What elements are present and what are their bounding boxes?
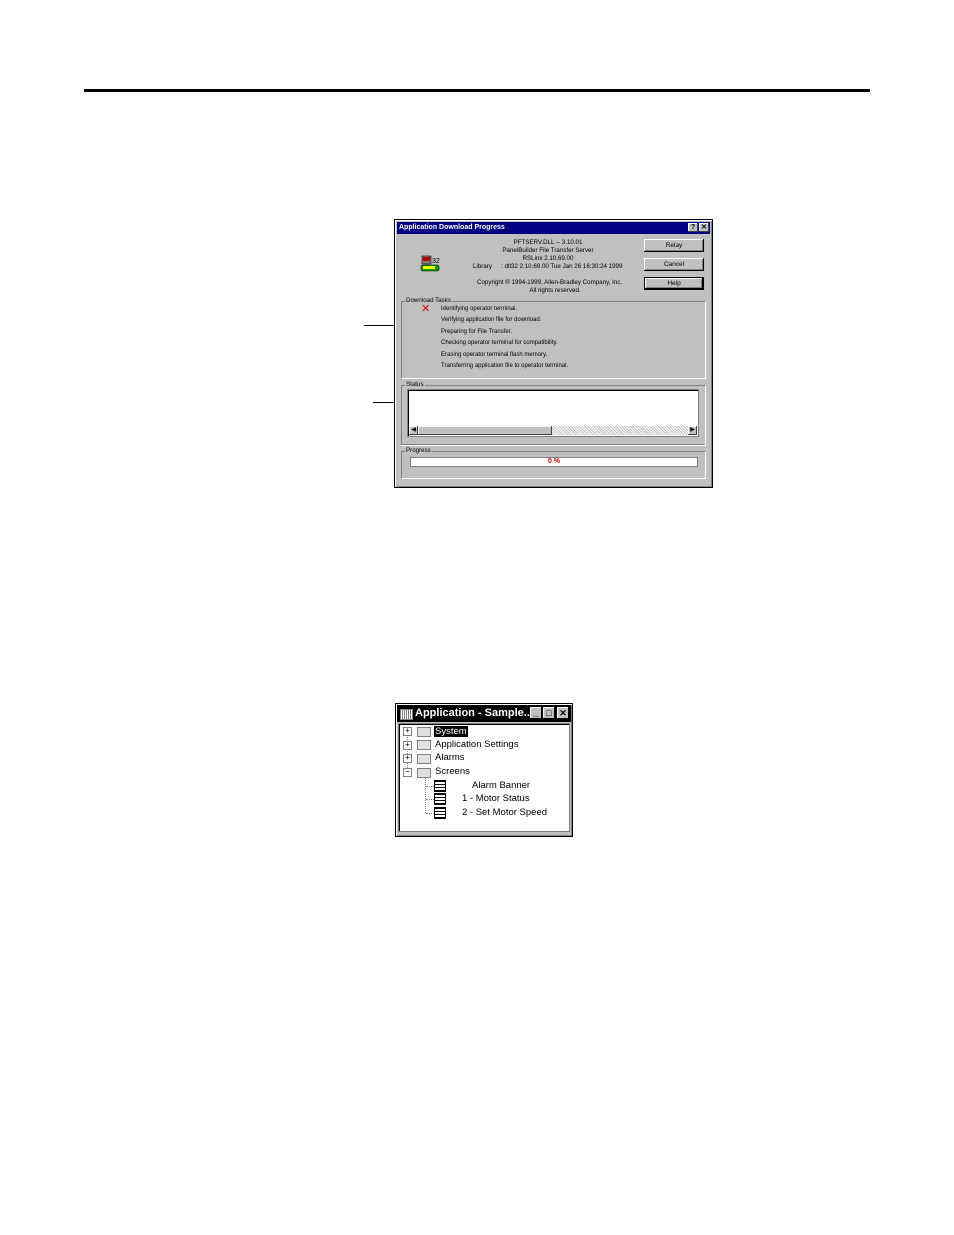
- status-text-area[interactable]: ◀ ▶: [407, 389, 699, 437]
- scroll-thumb[interactable]: [418, 426, 552, 435]
- progress-bar: 0 %: [410, 457, 698, 467]
- screen-item-alarm-banner[interactable]: Alarm Banner: [472, 780, 530, 791]
- dialog-title: Application Download Progress: [399, 224, 505, 231]
- folder-icon: [417, 727, 431, 737]
- svg-text:32: 32: [432, 258, 440, 265]
- tree-item-system[interactable]: System: [434, 726, 468, 737]
- tree-connector: [426, 813, 434, 814]
- help-button[interactable]: Help: [644, 277, 704, 290]
- task-item: Erasing operator terminal flash memory.: [441, 352, 548, 358]
- page-header-rule: [84, 89, 870, 92]
- status-horizontal-scrollbar[interactable]: ◀ ▶: [409, 426, 697, 435]
- close-icon[interactable]: ✕: [699, 223, 709, 232]
- folder-icon: [417, 740, 431, 750]
- collapse-icon[interactable]: −: [403, 768, 412, 777]
- current-task-x-icon: ✕: [421, 303, 431, 315]
- rslinx-version: RSLinx 2.10.69.00: [522, 255, 574, 262]
- application-title: Application - Sample...: [415, 707, 533, 719]
- cancel-button[interactable]: Cancel: [644, 258, 704, 271]
- dialog-title-bar: Application Download Progress ? ✕: [397, 222, 710, 234]
- expand-icon[interactable]: +: [403, 754, 412, 763]
- screen-icon: [434, 793, 446, 805]
- application-window-icon: [400, 709, 413, 720]
- status-label: Status: [405, 381, 425, 388]
- question-mark-icon[interactable]: ?: [688, 223, 698, 232]
- minimize-icon[interactable]: _: [530, 707, 542, 719]
- library-label: Library: [473, 263, 492, 270]
- tree-connector: [425, 777, 426, 813]
- close-icon[interactable]: ✕: [557, 707, 569, 719]
- product-version: PFTSERV.DLL -- 3.10.01: [513, 239, 583, 246]
- task-item: Verifying application file for download.: [441, 317, 542, 323]
- tree-item-screens[interactable]: Screens: [435, 766, 470, 777]
- library-value: : dtl32 2.10.69.00 Tue Jan 26 16:30:24 1…: [501, 263, 623, 270]
- expand-icon[interactable]: +: [403, 741, 412, 750]
- scroll-right-arrow-icon[interactable]: ▶: [688, 426, 697, 435]
- rslinx-app-icon: 32: [420, 255, 440, 272]
- rights-reserved: All rights reserved.: [529, 287, 581, 294]
- screen-item-set-motor-speed[interactable]: 2 - Set Motor Speed: [462, 807, 547, 818]
- relay-button[interactable]: Relay: [644, 239, 704, 252]
- folder-icon: [417, 754, 431, 764]
- scroll-left-arrow-icon[interactable]: ◀: [409, 426, 418, 435]
- screen-icon: [434, 807, 446, 819]
- task-item: Identifying operator terminal.: [441, 306, 518, 312]
- expand-icon[interactable]: +: [403, 727, 412, 736]
- tree-connector: [426, 786, 434, 787]
- screen-icon: [434, 780, 446, 792]
- tree-connector: [426, 799, 434, 800]
- server-name: PanelBuilder File Transfer Server: [502, 247, 594, 254]
- screen-item-motor-status[interactable]: 1 - Motor Status: [462, 793, 530, 804]
- tree-item-alarms[interactable]: Alarms: [435, 752, 465, 763]
- task-item: Transferring application file to operato…: [441, 363, 569, 369]
- tree-item-application-settings[interactable]: Application Settings: [435, 739, 518, 750]
- progress-percent-text: 0 %: [547, 458, 561, 465]
- task-item: Checking operator terminal for compatibi…: [441, 340, 558, 346]
- folder-icon: [417, 768, 431, 778]
- task-item: Preparing for File Transfer.: [441, 329, 513, 335]
- application-title-bar[interactable]: Application - Sample... _ □ ✕: [397, 705, 571, 722]
- copyright: Copyright ® 1994-1999, Allen-Bradley Com…: [477, 279, 623, 286]
- maximize-icon[interactable]: □: [543, 707, 555, 719]
- progress-label: Progress: [405, 447, 432, 454]
